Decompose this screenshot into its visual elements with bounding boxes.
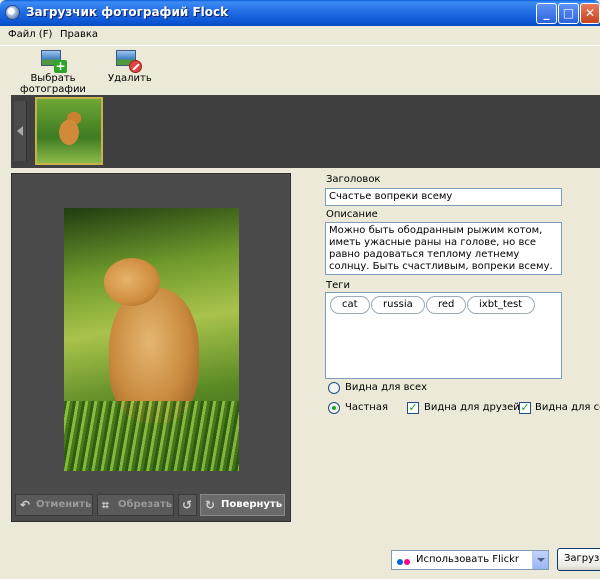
title-label: Заголовок <box>326 174 381 185</box>
delete-photo-icon <box>116 48 142 73</box>
family-option-clip: ✓ Видна для семьи <box>519 400 600 416</box>
undo-button[interactable]: ↶ Отменить <box>15 494 93 516</box>
tags-label: Теги <box>326 280 351 291</box>
friends-checkbox[interactable]: ✓ <box>407 402 419 414</box>
delete-label: Удалить <box>108 73 152 84</box>
flickr-logo-icon <box>397 557 413 565</box>
checkmark-icon: ✓ <box>520 401 530 414</box>
title-input[interactable]: Счастье вопреки всему <box>325 188 562 206</box>
family-checkbox-label[interactable]: Видна для семьи <box>535 402 600 413</box>
photo-preview-panel <box>11 173 291 522</box>
grass <box>64 401 239 471</box>
rotate-left-icon: ↺ <box>182 498 193 512</box>
tag-chip[interactable]: russia <box>371 296 425 314</box>
close-icon: ✕ <box>584 6 596 20</box>
tag-chip[interactable]: ixbt_test <box>467 296 535 314</box>
description-textarea[interactable]: Можно быть ободранным рыжим котом, иметь… <box>325 222 562 275</box>
friends-checkbox-label[interactable]: Видна для друзей <box>424 402 520 413</box>
private-radio-label[interactable]: Частная <box>345 402 388 413</box>
menu-edit[interactable]: Правка <box>60 29 98 40</box>
tag-chip[interactable]: cat <box>330 296 370 314</box>
rotate-left-button[interactable]: ↺ <box>178 494 197 516</box>
description-label: Описание <box>326 209 378 220</box>
upload-button[interactable]: Загрузить <box>557 548 600 571</box>
service-select[interactable]: Использовать Flickr <box>391 550 549 570</box>
maximize-icon: □ <box>562 6 575 20</box>
menu-file[interactable]: Файл (F) <box>8 29 52 40</box>
menu-bar: Файл (F) Правка <box>0 26 600 45</box>
undo-icon: ↶ <box>20 498 31 512</box>
arrow-left-icon <box>17 126 23 136</box>
minimize-icon: _ <box>543 6 550 20</box>
checkmark-icon: ✓ <box>408 401 418 414</box>
crop-icon: ⌗ <box>102 498 109 512</box>
crop-button[interactable]: ⌗ Обрезать <box>97 494 174 516</box>
tag-chip[interactable]: red <box>426 296 466 314</box>
maximize-button[interactable]: □ <box>558 3 579 24</box>
rotate-right-button[interactable]: ↻ Повернуть <box>200 494 285 516</box>
undo-label: Отменить <box>36 499 92 510</box>
delete-button[interactable]: Удалить <box>108 48 152 84</box>
window-title: Загрузчик фотографий Flock <box>26 5 229 19</box>
close-button[interactable]: ✕ <box>580 3 600 24</box>
uploader-window: Загрузчик фотографий Flock _ □ ✕ Файл (F… <box>0 0 600 579</box>
rotate-label: Повернуть <box>221 499 283 510</box>
strip-scroll-left-button[interactable] <box>14 101 27 161</box>
add-photo-icon: + <box>41 48 67 73</box>
app-icon <box>5 5 20 20</box>
select-photos-label: Выбрать фотографии <box>20 73 86 95</box>
public-radio[interactable] <box>328 382 340 394</box>
rotate-right-icon: ↻ <box>205 498 216 512</box>
chevron-down-icon[interactable] <box>532 551 548 569</box>
cat-head <box>104 258 160 306</box>
photo-preview-image <box>64 208 239 471</box>
public-radio-label[interactable]: Видна для всех <box>345 382 427 393</box>
toolbar: + Выбрать фотографии Удалить <box>0 45 600 95</box>
tags-field[interactable]: cat russia red ixbt_test <box>325 292 562 379</box>
thumbnail-strip <box>11 95 600 168</box>
service-selected-value: Использовать Flickr <box>416 554 519 565</box>
photo-thumbnail[interactable] <box>35 97 103 165</box>
title-bar[interactable]: Загрузчик фотографий Flock _ □ ✕ <box>0 0 600 26</box>
crop-label: Обрезать <box>118 499 173 510</box>
minimize-button[interactable]: _ <box>536 3 557 24</box>
private-radio[interactable] <box>328 402 340 414</box>
select-photos-button[interactable]: + Выбрать фотографии <box>4 48 102 95</box>
family-checkbox[interactable]: ✓ <box>519 402 531 414</box>
preview-toolbar: ↶ Отменить ⌗ Обрезать ↺ ↻ Повернуть <box>15 494 291 518</box>
